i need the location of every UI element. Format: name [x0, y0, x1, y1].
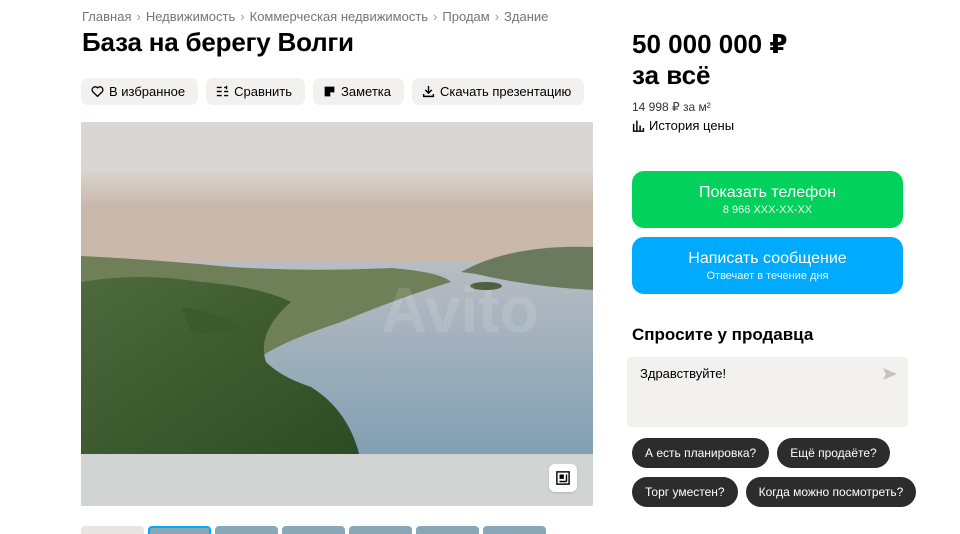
thumbnail-strip — [81, 526, 546, 534]
breadcrumb-item-home[interactable]: Главная — [82, 9, 131, 24]
breadcrumb-item-building[interactable]: Здание — [504, 9, 548, 24]
quick-question-chip[interactable]: А есть планировка? — [632, 438, 770, 468]
thumbnail[interactable] — [483, 526, 546, 534]
price-history-label: История цены — [649, 118, 735, 133]
note-icon — [323, 85, 336, 98]
breadcrumb-separator: › — [240, 9, 245, 24]
send-button[interactable] — [882, 367, 898, 386]
price-history-link[interactable]: История цены — [632, 118, 734, 133]
compare-button[interactable]: Сравнить — [206, 78, 306, 105]
message-input[interactable]: Здравствуйте! — [640, 366, 726, 381]
thumbnail[interactable] — [148, 526, 211, 534]
price-value: 50 000 000 ₽ — [632, 29, 788, 59]
breadcrumb: Главная › Недвижимость › Коммерческая недв… — [82, 9, 548, 24]
listing-actions: В избранное Сравнить Заметка Скачать пре… — [81, 78, 585, 105]
compare-icon — [216, 85, 229, 98]
quick-question-chip[interactable]: Когда можно посмотреть? — [745, 477, 917, 507]
quick-question-chip[interactable]: Ещё продаёте? — [777, 438, 890, 468]
download-presentation-button[interactable]: Скачать презентацию — [412, 78, 585, 105]
breadcrumb-separator: › — [494, 9, 500, 24]
phone-number-masked: 8 966 XXX-XX-XX — [722, 203, 813, 216]
breadcrumb-separator: › — [433, 9, 438, 24]
breadcrumb-item-commercial[interactable]: Коммерческая недвижимость — [250, 9, 428, 24]
ask-seller-title: Спросите у продавца — [632, 325, 814, 344]
fullscreen-button[interactable] — [549, 464, 577, 492]
note-button[interactable]: Заметка — [313, 78, 405, 105]
show-phone-button[interactable]: Показать телефон 8 966 XXX-XX-XX — [632, 171, 903, 228]
thumbnail[interactable] — [282, 526, 345, 534]
expand-icon — [556, 471, 570, 485]
svg-text:Avito: Avito — [381, 274, 539, 346]
favorite-button[interactable]: В избранное — [81, 78, 199, 105]
send-icon — [883, 368, 897, 380]
heart-icon — [91, 85, 104, 98]
quick-questions: А есть планировка? Ещё продаёте? Торг ум… — [632, 438, 922, 507]
breadcrumb-item-realty[interactable]: Недвижимость — [146, 9, 235, 24]
write-message-button[interactable]: Написать сообщение Отвечает в течение дн… — [632, 237, 903, 294]
page-title: База на берегу Волги — [82, 27, 354, 57]
note-label: Заметка — [341, 84, 392, 99]
price-per-square-meter: 14 998 ₽ за м² — [632, 100, 711, 114]
show-phone-label: Показать телефон — [698, 183, 837, 201]
download-label: Скачать презентацию — [440, 84, 572, 99]
thumbnail[interactable] — [416, 526, 479, 534]
ask-seller-box: Здравствуйте! — [627, 357, 908, 427]
price-block: 50 000 000 ₽ за всё — [632, 29, 787, 91]
bar-chart-icon — [632, 120, 645, 132]
favorite-label: В избранное — [109, 84, 186, 99]
compare-label: Сравнить — [234, 84, 293, 99]
write-message-label: Написать сообщение — [688, 249, 847, 267]
listing-photo: Avito — [81, 122, 593, 506]
response-time-note: Отвечает в течение дня — [706, 269, 829, 282]
breadcrumb-item-sell[interactable]: Продам — [442, 9, 489, 24]
thumbnail[interactable] — [81, 526, 144, 534]
thumbnail[interactable] — [349, 526, 412, 534]
price-period: за всё — [632, 60, 711, 90]
photo-gallery[interactable]: Avito — [81, 122, 593, 506]
breadcrumb-separator: › — [136, 9, 141, 24]
quick-question-chip[interactable]: Торг уместен? — [632, 477, 738, 507]
thumbnail[interactable] — [215, 526, 278, 534]
download-icon — [422, 85, 435, 98]
